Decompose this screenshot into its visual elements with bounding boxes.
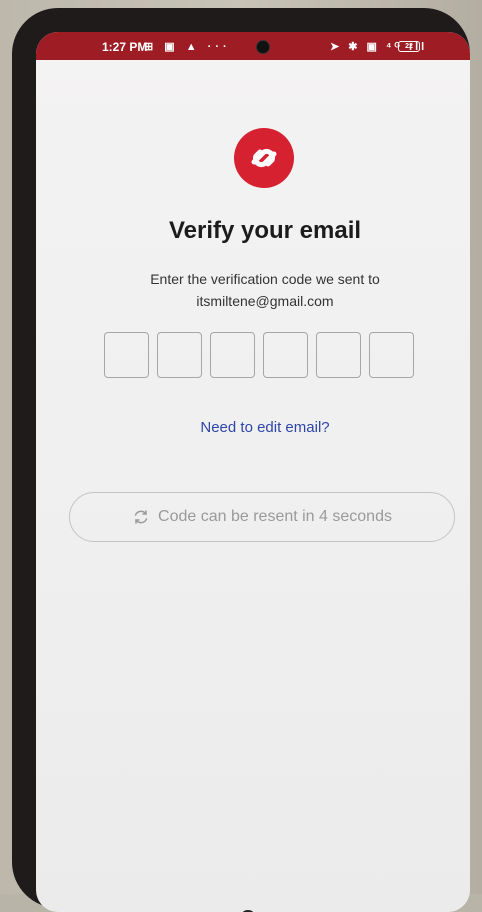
battery-level: 22 [405,43,413,50]
camera-cutout [256,40,270,54]
code-digit-5[interactable] [316,332,361,378]
resend-code-button[interactable]: Code can be resent in 4 seconds [69,492,455,542]
instruction-line: Enter the verification code we sent to [150,271,380,287]
status-bar: 1:27 PM ⊞ ▣ ▲ ··· ➤ ✱ ▣ ⁴ᴳ ıll 22 [36,32,470,60]
navigation-bar [36,908,470,912]
app-logo [234,128,294,188]
refresh-icon [134,510,148,524]
phone-frame: 1:27 PM ⊞ ▣ ▲ ··· ➤ ✱ ▣ ⁴ᴳ ıll 22 Verify… [12,8,470,912]
code-digit-4[interactable] [263,332,308,378]
status-time: 1:27 PM [102,40,148,54]
notification-icons: ⊞ ▣ ▲ ··· [144,41,231,53]
resend-label: Code can be resent in 4 seconds [158,508,392,525]
page-title: Verify your email [168,217,362,244]
code-digit-3[interactable] [210,332,255,378]
battery-icon: 22 [398,41,420,52]
verification-code-input [104,332,426,380]
authy-logo-icon [251,148,277,168]
edit-email-link[interactable]: Need to edit email? [36,419,470,436]
screen: 1:27 PM ⊞ ▣ ▲ ··· ➤ ✱ ▣ ⁴ᴳ ıll 22 Verify… [36,32,470,912]
instruction-text: Enter the verification code we sent to i… [36,268,470,312]
code-digit-6[interactable] [369,332,414,378]
code-digit-1[interactable] [104,332,149,378]
email-address: itsmiltene@gmail.com [196,293,334,309]
code-digit-2[interactable] [157,332,202,378]
